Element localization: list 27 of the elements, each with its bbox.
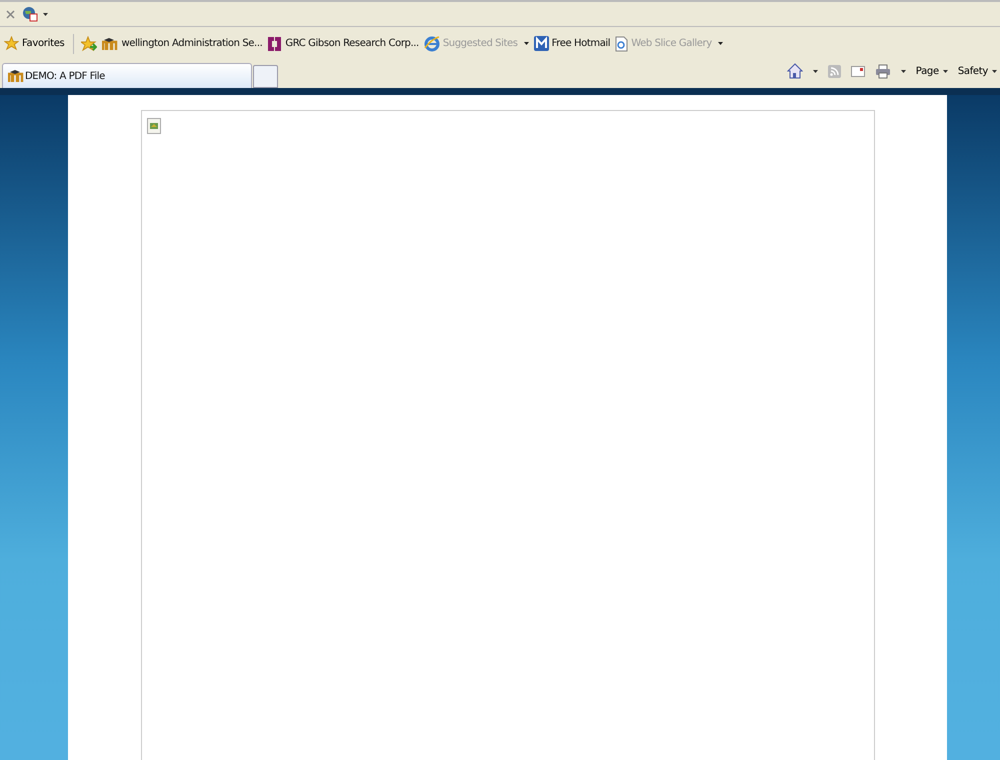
grc-logo-icon bbox=[267, 36, 282, 52]
school-logo-icon bbox=[8, 69, 24, 83]
school-logo-icon bbox=[102, 36, 118, 50]
tab-title: DEMO: A PDF File bbox=[25, 70, 105, 82]
star-icon bbox=[4, 36, 19, 51]
mail-logo-icon bbox=[534, 36, 549, 51]
caret-icon bbox=[992, 70, 997, 72]
browser-logo-icon bbox=[424, 36, 440, 52]
add-favorite-icon[interactable] bbox=[81, 36, 98, 52]
caret-icon[interactable] bbox=[43, 12, 48, 16]
close-icon[interactable] bbox=[4, 8, 17, 20]
home-icon[interactable] bbox=[786, 63, 803, 79]
broken-image-icon bbox=[147, 118, 161, 134]
favorites-button[interactable]: Favorites bbox=[2, 36, 66, 51]
favorite-link[interactable]: wellington Administration Se... bbox=[102, 36, 262, 50]
caret-icon bbox=[942, 70, 948, 72]
page-icon bbox=[615, 36, 628, 52]
globe-icon[interactable] bbox=[22, 6, 38, 22]
menu-button[interactable]: Safety bbox=[958, 66, 997, 76]
favorite-link[interactable]: Free Hotmail bbox=[534, 36, 610, 51]
browser-tab[interactable]: DEMO: A PDF File bbox=[2, 63, 252, 88]
menu-button[interactable]: Page bbox=[916, 66, 948, 76]
mail-icon[interactable] bbox=[850, 66, 865, 76]
caret-icon[interactable] bbox=[812, 70, 818, 72]
favorite-link[interactable]: GRC Gibson Research Corp... bbox=[267, 36, 419, 52]
printer-icon[interactable] bbox=[874, 64, 891, 78]
caret-icon[interactable] bbox=[900, 70, 906, 72]
